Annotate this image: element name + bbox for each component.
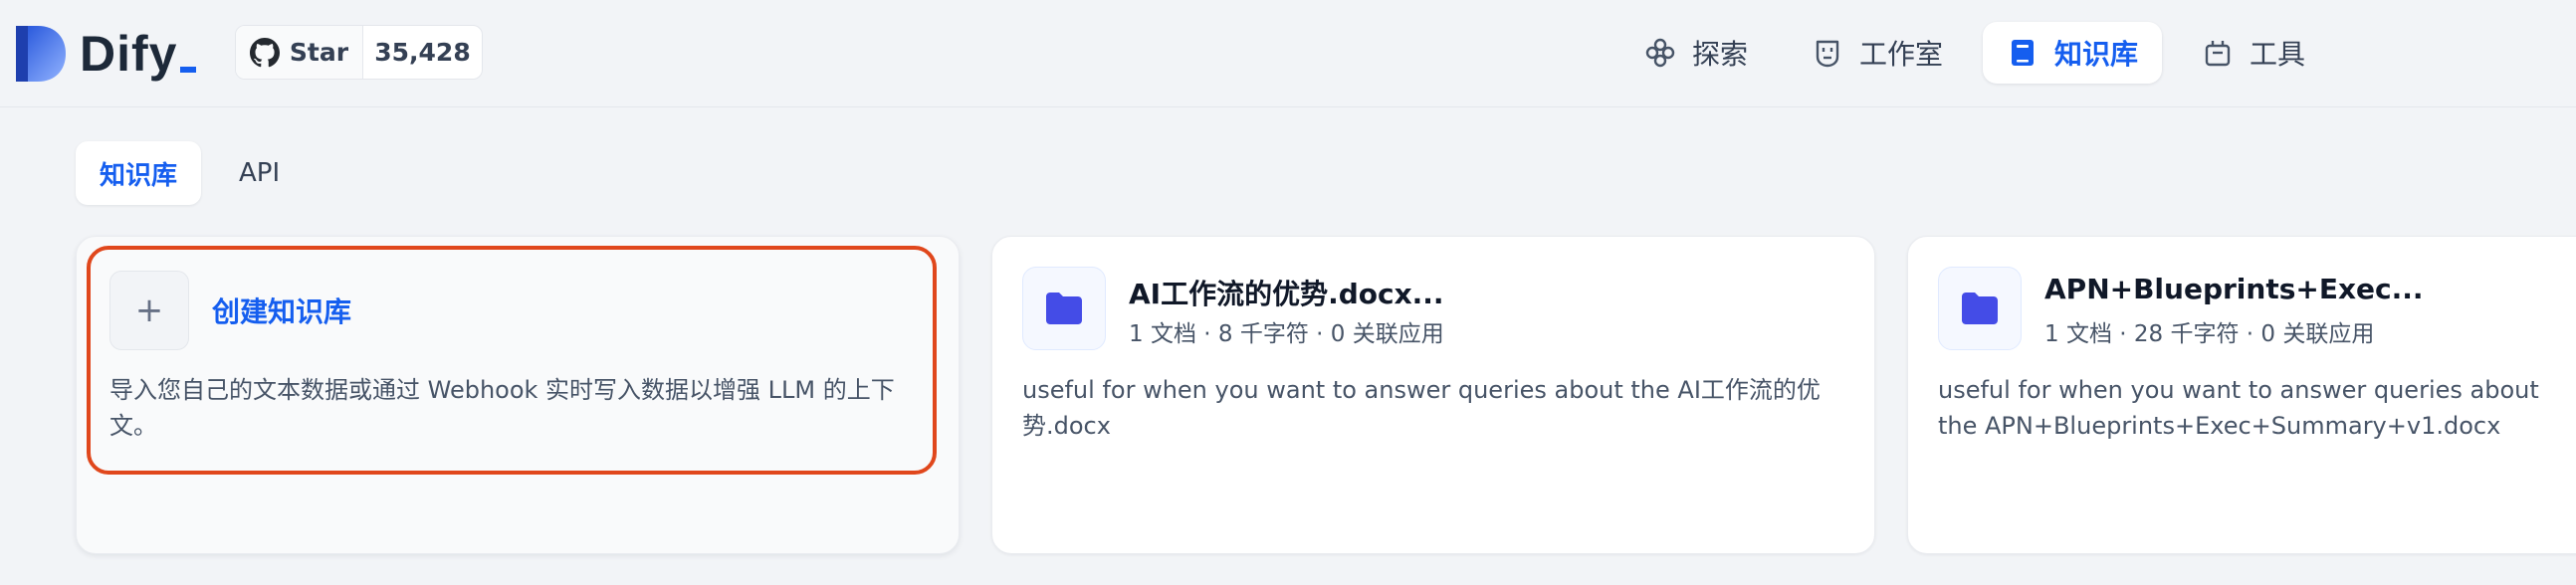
nav-item-knowledge[interactable]: 知识库 [1983, 22, 2163, 84]
star-label: Star [289, 38, 349, 67]
main-nav: 探索 工作室 知识库 工具 [1620, 22, 2345, 84]
dataset-name[interactable]: AI工作流的优势.docx... [1129, 273, 1444, 312]
github-star-widget[interactable]: Star 35,428 [235, 25, 483, 80]
dataset-meta: 1 文档 · 28 千字符 · 0 关联应用 [2044, 321, 2375, 347]
plus-icon[interactable]: + [109, 271, 189, 350]
nav-item-studio[interactable]: 工作室 [1788, 22, 1967, 84]
nav-item-tools[interactable]: 工具 [2178, 22, 2329, 84]
dify-logo[interactable]: Dify [16, 25, 197, 83]
dataset-name[interactable]: APN+Blueprints+Exec... [2044, 273, 2424, 305]
nav-item-label: 工作室 [1859, 38, 1944, 71]
top-header: Dify Star 35,428 探索 工作室 知识库 工具 [0, 0, 2576, 107]
folder-icon [1022, 267, 1106, 350]
create-knowledge-title[interactable]: 创建知识库 [212, 291, 351, 330]
nav-item-label: 探索 [1692, 38, 1749, 71]
github-icon [249, 37, 280, 67]
robot-icon [1816, 40, 1839, 68]
dataset-meta: 1 文档 · 8 千字符 · 0 关联应用 [1129, 321, 1444, 347]
dify-logo-icon [16, 26, 66, 82]
logo-text: Dify [80, 25, 197, 83]
nav-item-label: 工具 [2250, 38, 2306, 71]
dataset-description: useful for when you want to answer queri… [1938, 376, 2539, 440]
knowledge-tabs: 知识库 API [76, 141, 304, 205]
nav-item-explore[interactable]: 探索 [1620, 22, 1772, 84]
tab-api[interactable]: API [215, 141, 304, 205]
star-count[interactable]: 35,428 [363, 26, 482, 79]
explore-icon [1645, 38, 1675, 68]
book-icon [2012, 40, 2035, 66]
create-knowledge-description: 导入您自己的文本数据或通过 Webhook 实时写入数据以增强 LLM 的上下文… [109, 376, 895, 440]
folder-icon [1938, 267, 2022, 350]
toolbox-icon [2205, 41, 2231, 67]
tab-knowledge[interactable]: 知识库 [76, 141, 202, 205]
github-star-button[interactable]: Star [236, 26, 363, 79]
nav-item-label: 知识库 [2054, 38, 2139, 71]
dataset-description: useful for when you want to answer queri… [1022, 376, 1821, 440]
